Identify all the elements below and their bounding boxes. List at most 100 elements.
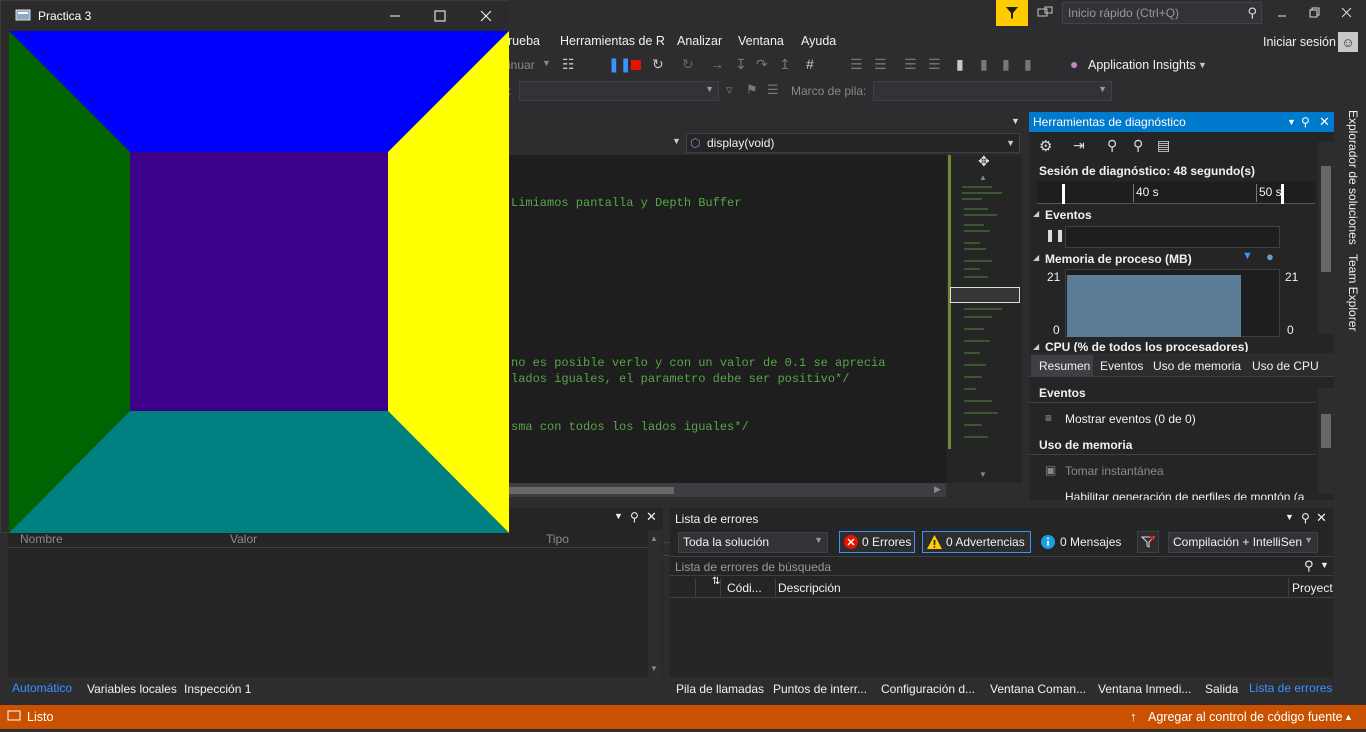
tab-autos[interactable]: Automático xyxy=(12,681,72,695)
warnings-filter-button[interactable]: 0 Advertencias xyxy=(922,531,1031,553)
search-icon[interactable]: ⚲ xyxy=(1304,558,1314,574)
scrollbar-thumb[interactable] xyxy=(1321,414,1331,448)
outdent-icon[interactable]: ☰ xyxy=(874,56,887,73)
pin-icon[interactable]: ⚲ xyxy=(1301,112,1310,132)
comment-icon[interactable]: ☰ xyxy=(904,56,917,73)
filter-icon[interactable]: ▿ xyxy=(726,82,733,98)
tab-locals[interactable]: Variables locales xyxy=(87,682,177,696)
process-icon[interactable]: ☷ xyxy=(562,56,575,73)
chevron-down-icon[interactable]: ▼ xyxy=(542,58,551,68)
gl-window-title-bar[interactable]: Practica 3 xyxy=(1,1,509,31)
tab-configuration[interactable]: Configuración d... xyxy=(881,682,975,696)
tab-output[interactable]: Salida xyxy=(1205,682,1238,696)
editor-minimap[interactable]: ✥ ▲ ▼ xyxy=(946,153,1022,483)
step-out-icon[interactable]: ↥ xyxy=(779,56,791,73)
menu-test[interactable]: rueba xyxy=(508,34,540,48)
step-into-icon[interactable]: ↧ xyxy=(735,56,747,73)
column-name[interactable]: Nombre xyxy=(20,532,63,546)
pin-icon[interactable]: ⚲ xyxy=(630,510,639,524)
column-project[interactable]: Proyect xyxy=(1292,581,1333,595)
errors-filter-button[interactable]: 0 Errores xyxy=(839,531,915,553)
clear-filter-icon[interactable] xyxy=(1137,531,1159,553)
tab-summary[interactable]: Resumen xyxy=(1031,355,1093,377)
export-icon[interactable]: ⇥ xyxy=(1073,137,1085,154)
memory-chart[interactable] xyxy=(1065,269,1280,337)
gl-window[interactable]: Practica 3 xyxy=(0,0,509,533)
timeline-start-handle[interactable] xyxy=(1062,184,1065,204)
clear-bookmarks-icon[interactable]: ▮ xyxy=(1024,56,1032,73)
application-insights-button[interactable]: Application Insights xyxy=(1088,58,1196,72)
close-icon[interactable] xyxy=(479,9,493,26)
take-snapshot-button[interactable]: Tomar instantánea xyxy=(1065,464,1164,478)
close-icon[interactable]: ✕ xyxy=(1316,510,1327,526)
indent-icon[interactable]: ☰ xyxy=(850,56,863,73)
prev-bookmark-icon[interactable]: ▮ xyxy=(980,56,988,73)
column-type[interactable]: Tipo xyxy=(546,532,569,546)
team-explorer-tab[interactable]: Team Explorer xyxy=(1346,254,1360,331)
restart-icon[interactable]: ↻ xyxy=(652,56,664,73)
continue-label[interactable]: inuar xyxy=(508,58,535,72)
column-description[interactable]: Descripción xyxy=(778,581,841,595)
chart-icon[interactable]: ▤ xyxy=(1157,137,1170,154)
autos-scrollbar[interactable]: ▲ ▼ xyxy=(648,530,662,677)
bookmark-icon[interactable]: ▮ xyxy=(956,56,964,73)
flag-threads-icon[interactable]: ⚑ xyxy=(746,82,758,98)
maximize-icon[interactable] xyxy=(433,9,447,26)
collapse-icon[interactable]: ◢ xyxy=(1033,342,1039,351)
scrollbar-thumb[interactable] xyxy=(508,487,674,494)
collapse-icon[interactable]: ◢ xyxy=(1033,209,1039,218)
scroll-up-icon[interactable]: ▲ xyxy=(650,534,658,543)
search-icon[interactable]: ⚲ xyxy=(1247,5,1257,21)
close-icon[interactable]: ✕ xyxy=(646,509,657,525)
messages-filter-button[interactable]: 0 Mensajes xyxy=(1037,531,1133,553)
split-editor-icon[interactable]: ✥ xyxy=(978,153,990,170)
pause-icon[interactable]: ❚❚ xyxy=(608,56,631,73)
step-over-icon[interactable]: ↷ xyxy=(756,56,768,73)
editor-tab-dropdown-icon[interactable]: ▼ xyxy=(1011,116,1020,126)
tab-watch-1[interactable]: Inspección 1 xyxy=(184,682,251,696)
scroll-right-icon[interactable]: ▶ xyxy=(934,484,941,495)
pin-icon[interactable]: ⚲ xyxy=(1301,511,1310,525)
menu-window[interactable]: Ventana xyxy=(738,34,784,48)
menu-r-tools[interactable]: Herramientas de R xyxy=(560,34,665,48)
feedback-filter-icon[interactable] xyxy=(996,0,1028,26)
minimize-icon[interactable] xyxy=(1276,6,1290,20)
thread-combo[interactable]: ▼ xyxy=(519,81,719,101)
collapse-icon[interactable]: ◢ xyxy=(1033,253,1039,262)
column-icon[interactable] xyxy=(674,578,696,598)
quick-launch-input[interactable]: Inicio rápido (Ctrl+Q) ⚲ xyxy=(1062,2,1262,24)
next-bookmark-icon[interactable]: ▮ xyxy=(1002,56,1010,73)
show-next-statement-icon[interactable]: → xyxy=(710,56,724,72)
tab-cpu-usage[interactable]: Uso de CPU xyxy=(1252,359,1319,373)
window-position-icon[interactable]: ▼ xyxy=(1285,512,1294,522)
chevron-down-icon[interactable]: ▼ xyxy=(672,136,681,146)
stack-frame-combo[interactable]: ▼ xyxy=(873,81,1112,101)
function-navigation-combo[interactable]: ⬡ display(void) ▼ xyxy=(686,133,1020,153)
uncomment-icon[interactable]: ☰ xyxy=(928,56,941,73)
show-events-link[interactable]: Mostrar eventos (0 de 0) xyxy=(1065,412,1196,426)
tab-immediate-window[interactable]: Ventana Inmedi... xyxy=(1098,682,1191,696)
close-icon[interactable] xyxy=(1340,6,1354,20)
timeline-ruler[interactable]: 40 s 50 s xyxy=(1037,182,1315,204)
column-value[interactable]: Valor xyxy=(230,532,257,546)
chevron-down-icon[interactable]: ▼ xyxy=(1320,560,1329,570)
tab-memory-usage[interactable]: Uso de memoria xyxy=(1153,359,1241,373)
zoom-out-icon[interactable]: ⚲ xyxy=(1133,137,1143,154)
connect-device-icon[interactable] xyxy=(1036,5,1054,21)
editor-horizontal-scrollbar[interactable]: ▶ xyxy=(508,483,946,497)
add-to-source-control-button[interactable]: Agregar al control de código fuente xyxy=(1148,710,1343,724)
scroll-down-icon[interactable]: ▼ xyxy=(650,664,658,673)
scroll-down-icon[interactable]: ▼ xyxy=(979,470,987,479)
stop-icon[interactable] xyxy=(631,58,642,74)
solution-explorer-tab[interactable]: Explorador de soluciones xyxy=(1346,110,1360,245)
scroll-up-icon[interactable]: ▲ xyxy=(979,173,987,182)
code-editor[interactable]: Limiamos pantalla y Depth Buffer no es po… xyxy=(508,155,946,556)
user-avatar-icon[interactable]: ☺ xyxy=(1338,32,1358,52)
chevron-up-icon[interactable]: ▲ xyxy=(1344,712,1353,722)
build-intellisense-combo[interactable]: Compilación + IntelliSen ▼ xyxy=(1168,532,1318,553)
tab-breakpoints[interactable]: Puntos de interr... xyxy=(773,682,867,696)
scrollbar-thumb[interactable] xyxy=(1321,166,1331,272)
error-search-input[interactable]: Lista de errores de búsqueda ⚲ ▼ xyxy=(670,556,1333,576)
diagnostic-tools-title-bar[interactable]: Herramientas de diagnóstico ▼ ⚲ ✕ xyxy=(1029,112,1334,132)
menu-help[interactable]: Ayuda xyxy=(801,34,836,48)
